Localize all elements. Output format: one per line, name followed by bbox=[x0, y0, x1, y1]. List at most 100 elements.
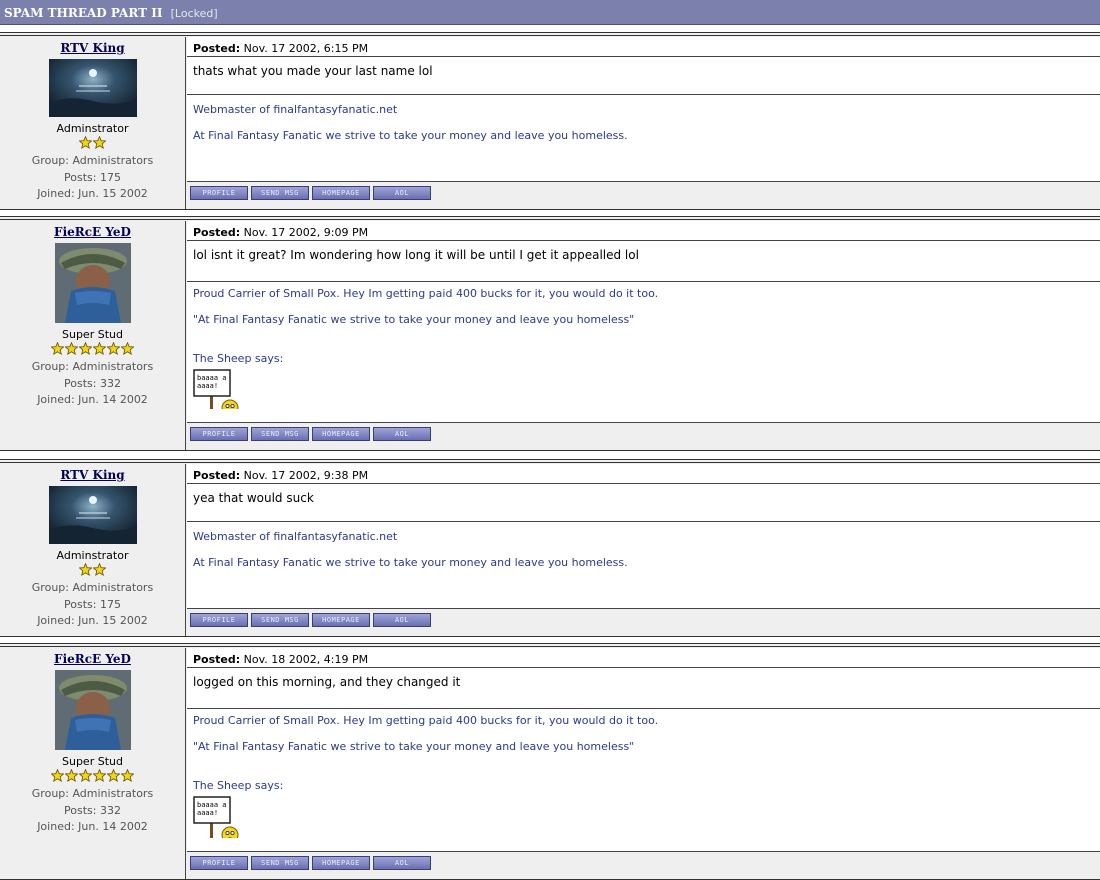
star-icon bbox=[51, 769, 64, 783]
signature-line-1: Proud Carrier of Small Pox. Hey Im getti… bbox=[193, 714, 659, 727]
star-icon bbox=[79, 563, 92, 577]
send-msg-button[interactable]: SEND MSG bbox=[251, 613, 309, 627]
rank-stars bbox=[0, 563, 185, 577]
user-avatar bbox=[54, 670, 131, 750]
post-action-bar: PROFILE SEND MSG HOMEPAGE AOL bbox=[187, 168, 1100, 209]
author-panel: RTV King Adminstrator Group: Administrator… bbox=[0, 464, 186, 636]
post-action-bar: PROFILE SEND MSG HOMEPAGE AOL bbox=[187, 595, 1100, 636]
post-body: yea that would suck bbox=[193, 491, 314, 505]
profile-button[interactable]: PROFILE bbox=[190, 186, 248, 200]
author-group: Group: Administrators bbox=[31, 787, 154, 800]
posted-label: Posted: bbox=[193, 226, 241, 239]
post-header: Posted: Nov. 17 2002, 6:15 PM bbox=[187, 37, 1100, 57]
post-action-bar: PROFILE SEND MSG HOMEPAGE AOL bbox=[187, 409, 1100, 450]
sheep-sign-text: baaaa aaaaa! bbox=[197, 374, 227, 390]
post-date: Nov. 18 2002, 4:19 PM bbox=[243, 653, 369, 666]
rank-stars bbox=[0, 136, 185, 150]
star-icon bbox=[121, 769, 134, 783]
author-group: Group: Administrators bbox=[31, 360, 154, 373]
author-name-link[interactable]: FieRcE YeD bbox=[0, 225, 185, 239]
post-header: Posted: Nov. 18 2002, 4:19 PM bbox=[187, 648, 1100, 668]
user-avatar bbox=[54, 243, 131, 323]
star-icon bbox=[51, 342, 64, 356]
thread-title: SPAM THREAD PART II bbox=[4, 6, 163, 20]
signature-sheep-label: The Sheep says: bbox=[193, 352, 284, 365]
author-joined: Joined: Jun. 14 2002 bbox=[37, 393, 148, 406]
post-date: Nov. 17 2002, 6:15 PM bbox=[243, 42, 369, 55]
post-body: thats what you made your last name lol bbox=[193, 64, 433, 78]
homepage-button[interactable]: HOMEPAGE bbox=[312, 613, 370, 627]
posted-label: Posted: bbox=[193, 653, 241, 666]
star-icon bbox=[93, 769, 106, 783]
author-group: Group: Administrators bbox=[31, 154, 154, 167]
signature-line-2: At Final Fantasy Fanatic we strive to ta… bbox=[193, 556, 628, 569]
post-action-bar: PROFILE SEND MSG HOMEPAGE AOL bbox=[187, 838, 1100, 879]
aol-button[interactable]: AOL bbox=[373, 186, 431, 200]
author-name-link[interactable]: RTV King bbox=[0, 468, 185, 482]
aol-button[interactable]: AOL bbox=[373, 613, 431, 627]
star-icon bbox=[79, 769, 92, 783]
post-content: Posted: Nov. 18 2002, 4:19 PM logged on t… bbox=[187, 648, 1100, 879]
profile-button[interactable]: PROFILE bbox=[190, 427, 248, 441]
post-body: lol isnt it great? Im wondering how long… bbox=[193, 248, 639, 262]
signature-line-2: At Final Fantasy Fanatic we strive to ta… bbox=[193, 129, 628, 142]
post-header: Posted: Nov. 17 2002, 9:38 PM bbox=[187, 464, 1100, 484]
post-body: logged on this morning, and they changed… bbox=[193, 675, 461, 689]
post-content: Posted: Nov. 17 2002, 9:09 PM lol isnt it… bbox=[187, 221, 1100, 450]
author-panel: RTV King Adminstrator Group: Administrator… bbox=[0, 37, 186, 209]
post-date: Nov. 17 2002, 9:09 PM bbox=[243, 226, 369, 239]
star-icon bbox=[121, 342, 134, 356]
signature-line-2: "At Final Fantasy Fanatic we strive to t… bbox=[193, 313, 635, 326]
profile-button[interactable]: PROFILE bbox=[190, 856, 248, 870]
author-post-count: Posts: 332 bbox=[64, 376, 121, 390]
star-icon bbox=[65, 769, 78, 783]
author-post-count: Posts: 175 bbox=[64, 597, 121, 611]
rank-stars bbox=[0, 342, 185, 356]
signature-line-1: Webmaster of finalfantasyfanatic.net bbox=[193, 530, 398, 543]
star-icon bbox=[107, 342, 120, 356]
forum-post: FieRcE YeD Super Stud Group: Administrator… bbox=[0, 643, 1100, 880]
profile-button[interactable]: PROFILE bbox=[190, 613, 248, 627]
author-name-link[interactable]: FieRcE YeD bbox=[0, 652, 185, 666]
forum-post: RTV King Adminstrator Group: Administrator… bbox=[0, 459, 1100, 637]
homepage-button[interactable]: HOMEPAGE bbox=[312, 186, 370, 200]
author-name-link[interactable]: RTV King bbox=[0, 41, 185, 55]
posted-label: Posted: bbox=[193, 469, 241, 482]
star-icon bbox=[93, 136, 106, 150]
user-avatar bbox=[48, 59, 137, 117]
send-msg-button[interactable]: SEND MSG bbox=[251, 186, 309, 200]
star-icon bbox=[107, 769, 120, 783]
posted-label: Posted: bbox=[193, 42, 241, 55]
star-icon bbox=[93, 342, 106, 356]
send-msg-button[interactable]: SEND MSG bbox=[251, 856, 309, 870]
homepage-button[interactable]: HOMEPAGE bbox=[312, 427, 370, 441]
author-panel: FieRcE YeD Super Stud Group: Administrator… bbox=[0, 221, 186, 450]
thread-status: [Locked] bbox=[170, 7, 218, 20]
author-group: Group: Administrators bbox=[31, 581, 154, 594]
forum-post: FieRcE YeD Super Stud Group: Administrator… bbox=[0, 216, 1100, 451]
author-post-count: Posts: 175 bbox=[64, 170, 121, 184]
aol-button[interactable]: AOL bbox=[373, 856, 431, 870]
post-content: Posted: Nov. 17 2002, 9:38 PM yea that wo… bbox=[187, 464, 1100, 636]
forum-post: RTV King Adminstrator Group: Administrator… bbox=[0, 32, 1100, 210]
author-rank: Adminstrator bbox=[56, 549, 129, 562]
author-joined: Joined: Jun. 14 2002 bbox=[37, 820, 148, 833]
star-icon bbox=[79, 136, 92, 150]
author-joined: Joined: Jun. 15 2002 bbox=[37, 614, 148, 627]
rank-stars bbox=[0, 769, 185, 783]
signature-sheep-label: The Sheep says: bbox=[193, 779, 284, 792]
star-icon bbox=[93, 563, 106, 577]
aol-button[interactable]: AOL bbox=[373, 427, 431, 441]
thread-title-bar: SPAM THREAD PART II [Locked] bbox=[0, 0, 1100, 25]
signature-line-2: "At Final Fantasy Fanatic we strive to t… bbox=[193, 740, 635, 753]
signature-line-1: Webmaster of finalfantasyfanatic.net bbox=[193, 103, 398, 116]
author-joined: Joined: Jun. 15 2002 bbox=[37, 187, 148, 200]
homepage-button[interactable]: HOMEPAGE bbox=[312, 856, 370, 870]
author-post-count: Posts: 332 bbox=[64, 803, 121, 817]
user-avatar bbox=[48, 486, 137, 544]
post-header: Posted: Nov. 17 2002, 9:09 PM bbox=[187, 221, 1100, 241]
author-rank: Super Stud bbox=[62, 328, 123, 341]
signature-line-1: Proud Carrier of Small Pox. Hey Im getti… bbox=[193, 287, 659, 300]
sheep-sign-text: baaaa aaaaa! bbox=[197, 801, 227, 817]
send-msg-button[interactable]: SEND MSG bbox=[251, 427, 309, 441]
